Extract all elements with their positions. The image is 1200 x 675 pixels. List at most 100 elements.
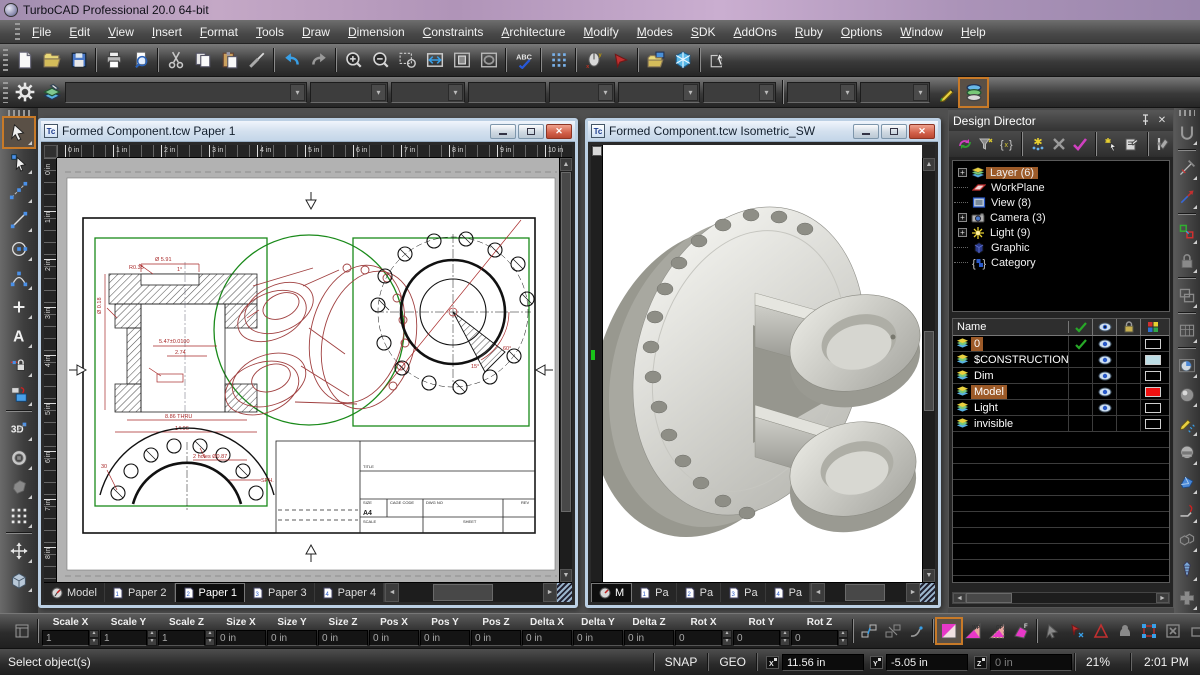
- menu-addons[interactable]: AddOns: [725, 22, 786, 42]
- bend-angle-icon[interactable]: [905, 619, 929, 643]
- menu-format[interactable]: Format: [191, 22, 247, 42]
- close-button[interactable]: ✕: [546, 124, 572, 139]
- render-scene-tool-icon[interactable]: [1175, 351, 1199, 380]
- zoom-out-icon[interactable]: [367, 47, 394, 74]
- column-lock[interactable]: [1117, 319, 1141, 335]
- format-brush-icon[interactable]: [243, 47, 270, 74]
- tree-item-graphic[interactable]: Graphic: [957, 240, 1169, 255]
- menu-modes[interactable]: Modes: [628, 22, 682, 42]
- chevron-down-icon[interactable]: ▾: [759, 84, 774, 101]
- tab-paper3[interactable]: 3 Pa: [721, 583, 765, 602]
- properties-icon[interactable]: [1123, 133, 1142, 155]
- cut-icon[interactable]: [162, 47, 189, 74]
- dimension-tool-icon[interactable]: [4, 350, 34, 379]
- pos-x-input[interactable]: 0 in: [369, 630, 419, 646]
- rot-z-input[interactable]: 0: [791, 630, 838, 646]
- redo-icon[interactable]: [305, 47, 332, 74]
- scroll-left-icon[interactable]: ◄: [953, 593, 966, 603]
- close-button[interactable]: ✕: [909, 124, 935, 139]
- tab-paper4[interactable]: 4 Pa: [766, 583, 810, 602]
- copy-transform-tool-icon[interactable]: [1175, 217, 1199, 246]
- scroll-down-icon[interactable]: ▼: [560, 569, 572, 582]
- layer-color[interactable]: [1141, 416, 1165, 431]
- fillet-tool-icon[interactable]: [1175, 118, 1199, 147]
- options-icon[interactable]: [1154, 133, 1173, 155]
- visualize-tool-icon[interactable]: [1175, 438, 1199, 467]
- scrollbar-thumb[interactable]: [924, 331, 934, 411]
- resize-grip[interactable]: [920, 583, 935, 602]
- scrollbar-thumb[interactable]: [845, 584, 885, 601]
- tab-paper2[interactable]: 2 Pa: [677, 583, 721, 602]
- scroll-left-icon[interactable]: ◄: [811, 583, 825, 602]
- tab-paper3[interactable]: 3 Paper 3: [245, 583, 315, 602]
- window-isometric-titlebar[interactable]: Tc Formed Component.tcw Isometric_SW ✕: [588, 121, 938, 142]
- move-node-tool-icon[interactable]: [1175, 182, 1199, 211]
- scale-z-input[interactable]: 1: [158, 630, 205, 646]
- menu-insert[interactable]: Insert: [143, 22, 191, 42]
- undo-icon[interactable]: [278, 47, 305, 74]
- tab-model[interactable]: M: [591, 583, 632, 602]
- rot-y-input[interactable]: 0: [733, 630, 780, 646]
- minimize-button[interactable]: [853, 124, 879, 139]
- menu-ruby[interactable]: Ruby: [786, 22, 832, 42]
- circle-tool-icon[interactable]: [4, 234, 34, 263]
- menu-architecture[interactable]: Architecture: [492, 22, 574, 42]
- copy-icon[interactable]: [189, 47, 216, 74]
- isometric-3d-canvas[interactable]: [603, 145, 922, 582]
- layer-default-check[interactable]: [1069, 352, 1093, 367]
- pen-width-combo[interactable]: [468, 82, 546, 103]
- new-item-icon[interactable]: [1028, 133, 1047, 155]
- menu-draw[interactable]: Draw: [293, 22, 339, 42]
- spell-check-icon[interactable]: ABC: [510, 47, 537, 74]
- column-visibility[interactable]: [1093, 319, 1117, 335]
- tab-model[interactable]: Model: [44, 583, 105, 602]
- chevron-down-icon[interactable]: ▾: [683, 84, 698, 101]
- lock-tool-icon[interactable]: [1175, 246, 1199, 275]
- isometric-vertical-scrollbar[interactable]: ▲ ▼: [922, 158, 935, 582]
- inspector-panel-icon[interactable]: [10, 619, 34, 643]
- refresh-icon[interactable]: [955, 133, 974, 155]
- rot-z-stepper[interactable]: ▲▼: [838, 630, 848, 646]
- overlap-tool-icon[interactable]: [1175, 281, 1199, 310]
- pos-y-input[interactable]: 0 in: [420, 630, 470, 646]
- layer-color[interactable]: [1141, 336, 1165, 351]
- expand-icon[interactable]: +: [958, 228, 967, 237]
- open-icon[interactable]: [38, 47, 65, 74]
- text-tool-icon[interactable]: A: [4, 321, 34, 350]
- coord-x-input[interactable]: 11.56 in: [782, 654, 864, 671]
- trim-tool-icon[interactable]: [1175, 153, 1199, 182]
- brush-combo[interactable]: ▾: [618, 82, 700, 103]
- box-rotate-icon[interactable]: [1185, 619, 1200, 643]
- size-x-input[interactable]: 0 in: [216, 630, 266, 646]
- size-z-input[interactable]: 0 in: [318, 630, 368, 646]
- layer-lock[interactable]: [1117, 416, 1141, 431]
- snap-toggle[interactable]: SNAP: [657, 655, 706, 669]
- workplane-facet-icon[interactable]: F: [1009, 619, 1033, 643]
- close-icon[interactable]: ✕: [1155, 114, 1169, 128]
- delete-tool-icon[interactable]: [607, 47, 634, 74]
- design-director-hscrollbar[interactable]: ◄ ►: [952, 592, 1170, 604]
- menu-edit[interactable]: Edit: [60, 22, 99, 42]
- column-default-check[interactable]: [1069, 319, 1093, 335]
- scale-y-input[interactable]: 1: [100, 630, 147, 646]
- print-preview-icon[interactable]: [127, 47, 154, 74]
- snap-point-icon[interactable]: [1065, 619, 1089, 643]
- point-grid-icon[interactable]: [545, 47, 572, 74]
- rot-x-input[interactable]: 0: [675, 630, 722, 646]
- node-unlink-icon[interactable]: [881, 619, 905, 643]
- coord-y-input[interactable]: -5.05 in: [886, 654, 968, 671]
- layer-visible[interactable]: [1093, 416, 1117, 431]
- pattern-combo[interactable]: ▾: [549, 82, 615, 103]
- layer-color[interactable]: [1141, 352, 1165, 367]
- layer-default-check[interactable]: [1069, 336, 1093, 351]
- pen-color-combo[interactable]: ▾: [310, 82, 388, 103]
- font-combo[interactable]: ▾: [787, 82, 857, 103]
- menu-window[interactable]: Window: [891, 22, 952, 42]
- workplane-cp-icon[interactable]: CP: [985, 619, 1009, 643]
- zoom-level[interactable]: 21%: [1078, 655, 1128, 669]
- layer-row[interactable]: 0: [953, 336, 1169, 352]
- chevron-down-icon[interactable]: ▾: [371, 84, 386, 101]
- chevron-down-icon[interactable]: ▾: [840, 84, 855, 101]
- facet-tool-icon[interactable]: [1175, 467, 1199, 496]
- bend-tool-icon[interactable]: [1175, 496, 1199, 525]
